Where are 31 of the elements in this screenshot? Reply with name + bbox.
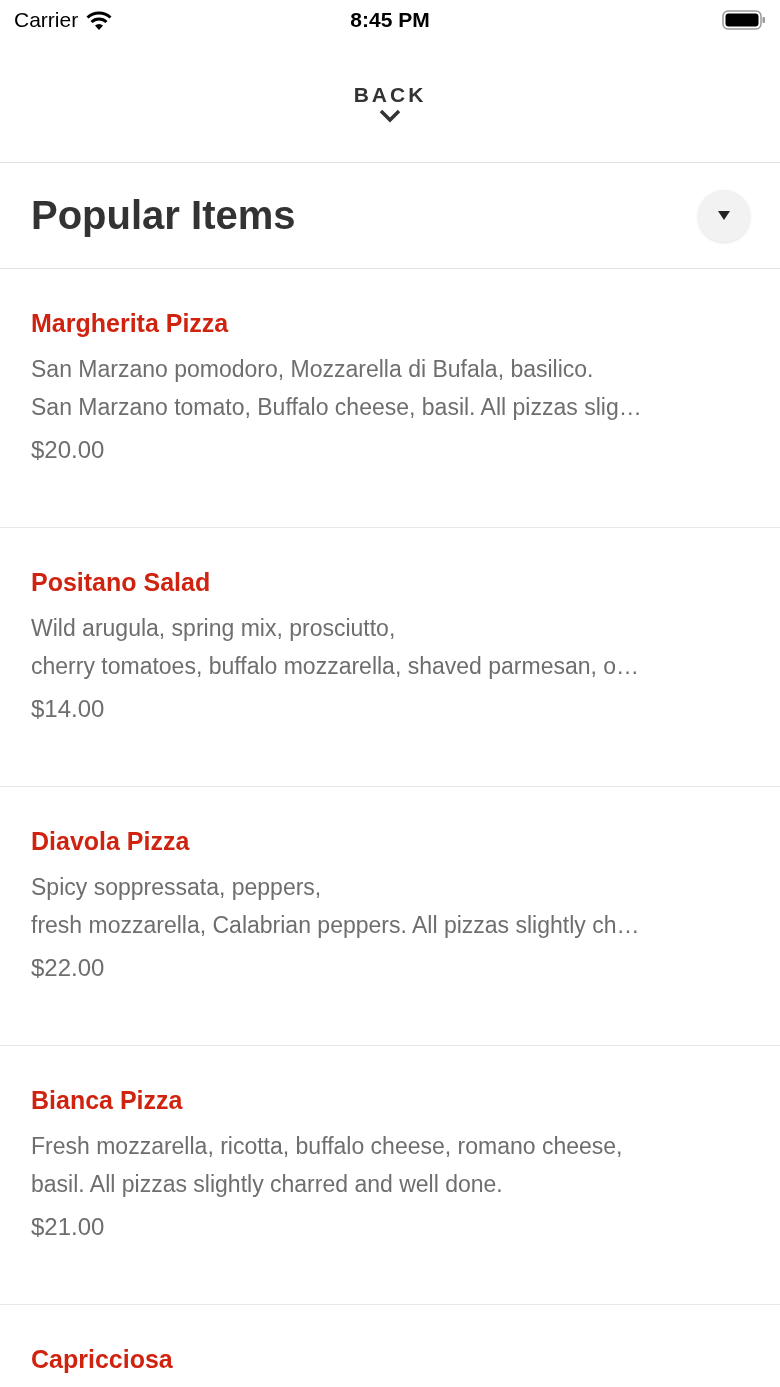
menu-item[interactable]: Capricciosa — [0, 1305, 780, 1387]
caret-icon — [718, 211, 730, 220]
item-description: San Marzano pomodoro, Mozzarella di Bufala, basilico. — [31, 355, 595, 384]
item-price: $14.00 — [31, 695, 106, 723]
item-description: Fresh mozzarella, ricotta, buffalo cheese, romano cheese, — [31, 1132, 624, 1161]
menu-item[interactable]: Margherita Pizza San Marzano pomodoro, Mozzarella di Bufala, basilico. San Marzano tomato, Buffalo cheese, basil. All pizzas slig… $20.00 — [0, 269, 780, 528]
item-description: San Marzano tomato, Buffalo cheese, basil. All pizzas slig… — [31, 393, 643, 422]
menu-item[interactable]: Bianca Pizza Fresh mozzarella, ricotta, buffalo cheese, romano cheese, basil. All pizzas slightly charred and well done. $21.00 — [0, 1046, 780, 1305]
wifi-icon — [86, 10, 113, 30]
item-name: Margherita Pizza — [31, 309, 230, 338]
chevron-down-icon — [379, 109, 401, 123]
collapse-toggle[interactable] — [698, 189, 750, 242]
item-description: basil. All pizzas slightly charred and well done. — [31, 1170, 504, 1199]
section-title: Popular Items — [31, 193, 296, 238]
menu-item[interactable]: Diavola Pizza Spicy soppressata, peppers, fresh mozzarella, Calabrian peppers. All pizzas slightly ch… $22.00 — [0, 787, 780, 1046]
item-description: Spicy soppressata, peppers, — [31, 873, 323, 902]
item-price: $22.00 — [31, 954, 106, 982]
item-description: Wild arugula, spring mix, prosciutto, — [31, 614, 397, 643]
item-name: Bianca Pizza — [31, 1086, 184, 1115]
item-description: fresh mozzarella, Calabrian peppers. All pizzas slightly ch… — [31, 911, 641, 940]
back-button[interactable]: BACK — [345, 79, 435, 127]
item-price: $21.00 — [31, 1213, 106, 1241]
carrier-label: Carrier — [14, 8, 79, 32]
item-name: Positano Salad — [31, 568, 212, 597]
item-name: Diavola Pizza — [31, 827, 191, 856]
item-description: cherry tomatoes, buffalo mozzarella, shaved parmesan, o… — [31, 652, 641, 681]
item-price: $20.00 — [31, 436, 106, 464]
clock-time: 8:45 PM — [350, 8, 430, 32]
menu-item[interactable]: Positano Salad Wild arugula, spring mix, prosciutto, cherry tomatoes, buffalo mozzarella, shaved parmesan, o… $14.00 — [0, 528, 780, 787]
battery-icon — [722, 10, 766, 30]
item-name: Capricciosa — [31, 1345, 174, 1374]
